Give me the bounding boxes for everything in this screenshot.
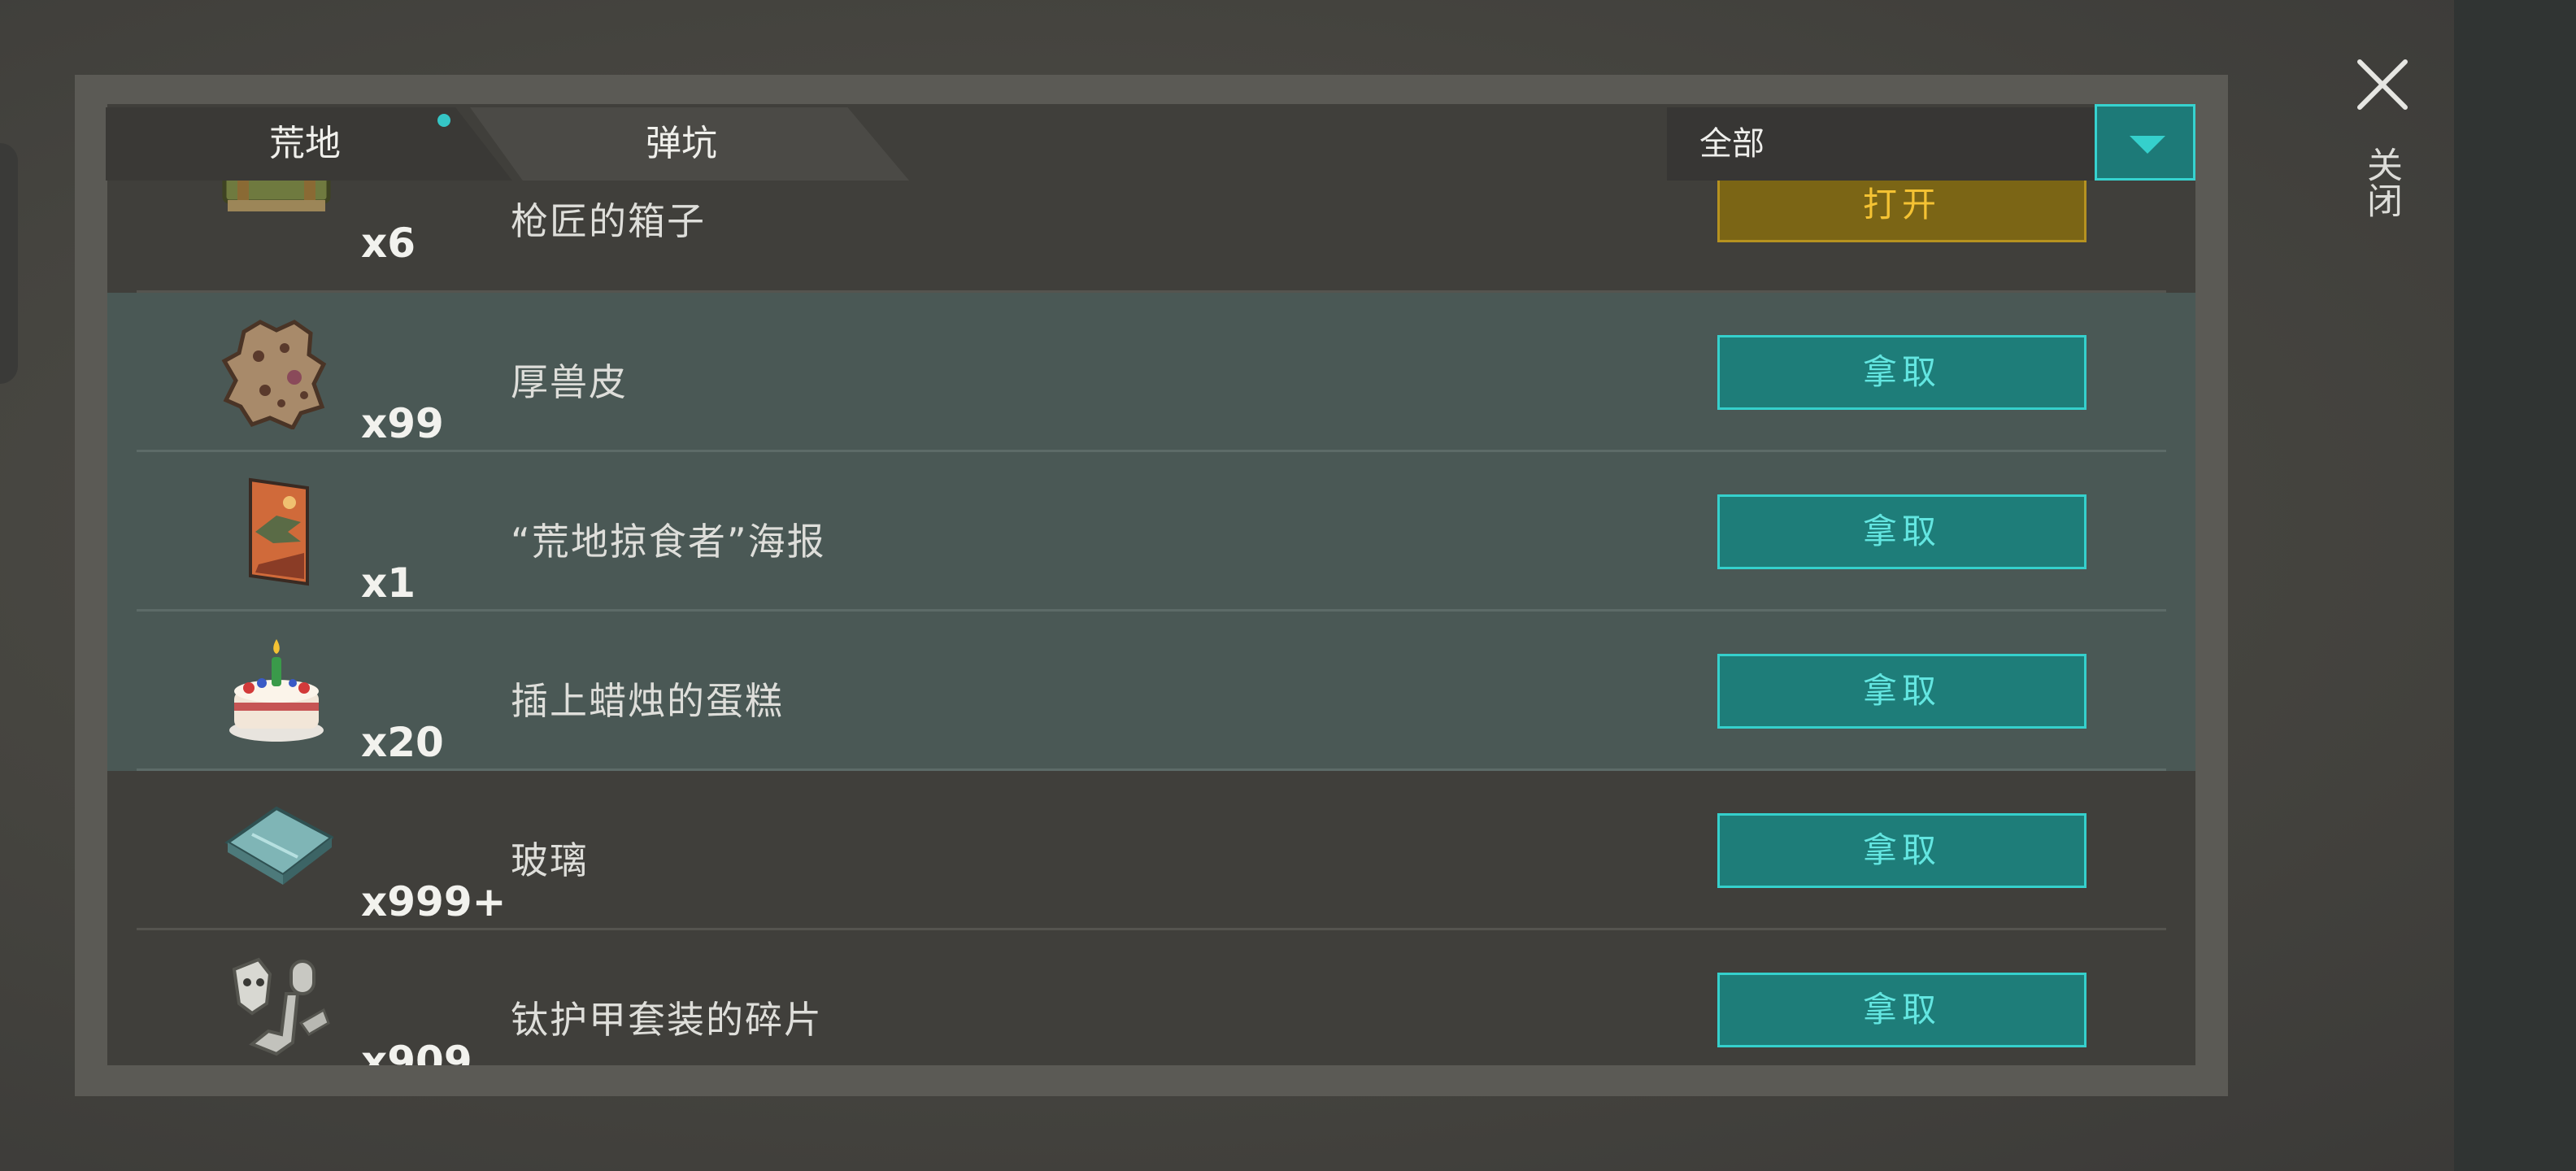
list-item: x20 插上蜡烛的蛋糕 拿取 [107,612,2195,771]
item-count: x6 [361,220,416,267]
take-button[interactable]: 拿取 [1717,813,2086,888]
item-count: x999+ [361,878,507,925]
list-item: x909 钛护甲套装的碎片 拿取 [107,930,2195,1065]
item-count: x909 [361,1038,472,1065]
item-count: x20 [361,719,444,766]
cake-icon [220,634,333,748]
tab-wasteland[interactable]: 荒地 [106,107,512,181]
tab-crater[interactable]: 弹坑 [470,107,909,181]
hide-icon [220,316,333,431]
item-count: x99 [361,400,444,447]
notification-dot [437,114,450,127]
item-name: 厚兽皮 [511,360,628,404]
item-name: 钛护甲套装的碎片 [511,998,823,1042]
right-side-strip [2454,0,2576,1171]
item-name: “荒地掠食者”海报 [511,520,826,564]
item-name: 玻璃 [511,838,589,882]
poster-icon [220,475,333,589]
take-button[interactable]: 拿取 [1717,335,2086,410]
take-button[interactable]: 拿取 [1717,654,2086,729]
tab-label: 弹坑 [646,123,717,164]
item-name: 插上蜡烛的蛋糕 [511,679,784,723]
close-label[interactable]: 关闭 [2358,146,2407,218]
filter-dropdown[interactable]: 全部 [1667,107,2098,181]
glass-icon [220,794,335,908]
left-edge-handle [0,143,18,384]
take-button[interactable]: 拿取 [1717,494,2086,569]
list-item: x1 “荒地掠食者”海报 拿取 [107,452,2195,612]
list-item: x99 厚兽皮 拿取 [107,293,2195,452]
filter-selected-value: 全部 [1699,125,1764,163]
chevron-down-icon [2130,136,2165,154]
close-icon [2357,59,2408,110]
item-name: 枪匠的箱子 [511,199,706,243]
item-count: x1 [361,559,416,607]
filter-dropdown-button[interactable] [2095,104,2195,181]
list-item: x999+ 玻璃 拿取 [107,771,2195,930]
take-button[interactable]: 拿取 [1717,973,2086,1047]
armor-fragment-icon [220,953,333,1065]
close-button[interactable] [2355,57,2410,112]
